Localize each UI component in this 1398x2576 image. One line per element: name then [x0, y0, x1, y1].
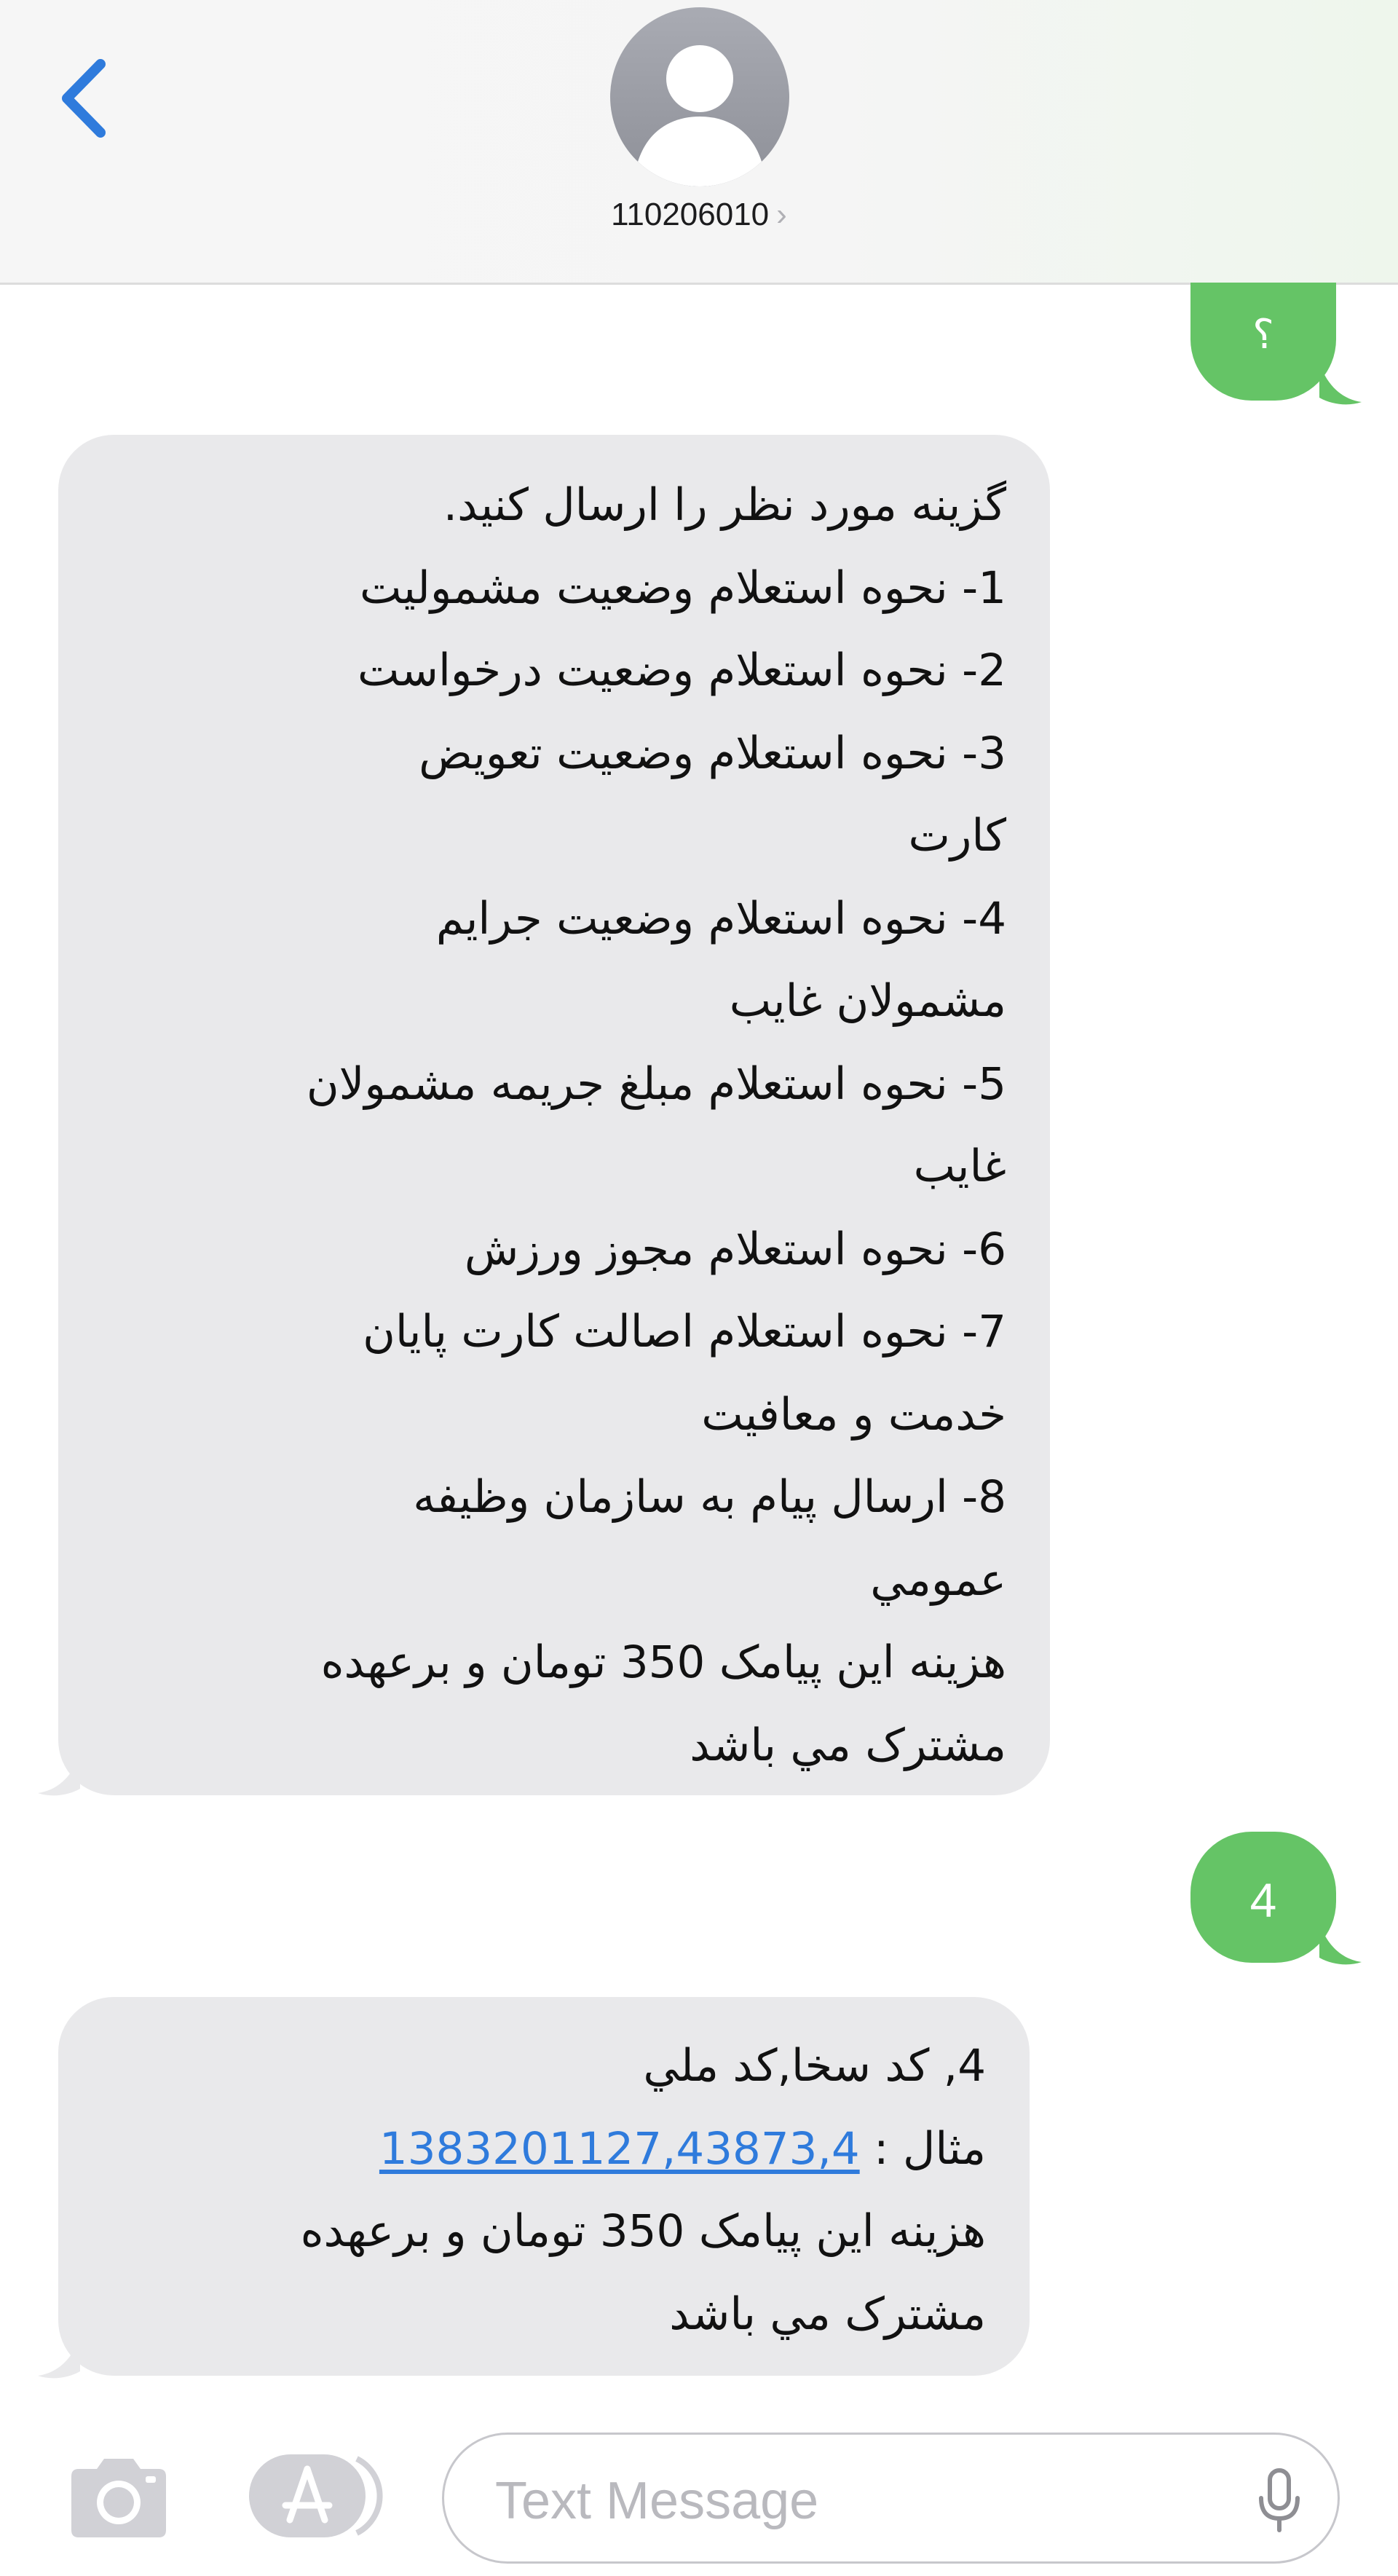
- bubble-tail: [1319, 1923, 1362, 1965]
- person-silhouette-icon: [638, 45, 762, 186]
- example-number-link[interactable]: 1383201127,43873,4: [379, 2123, 860, 2175]
- message-line: 4- نحوه استعلام وضعیت جرایم: [435, 892, 1006, 945]
- message-text: گزینه مورد نظر را ارسال کنید. 1- نحوه اس…: [102, 464, 1006, 1787]
- camera-button[interactable]: [64, 2453, 173, 2540]
- message-line: 2- نحوه استعلام وضعیت درخواست: [357, 645, 1006, 696]
- message-line: کارت: [908, 810, 1006, 862]
- bubble-tail: [1319, 363, 1362, 405]
- contact-number: 110206010: [611, 197, 770, 232]
- chevron-left-icon: [62, 59, 106, 138]
- message-line: هزینه این پیامک 350 تومان و برعهده: [320, 1636, 1006, 1688]
- received-message-bubble[interactable]: 4, کد سخا,کد ملي مثال : 1383201127,43873…: [58, 1997, 1030, 2376]
- message-text: 4, کد سخا,کد ملي مثال : 1383201127,43873…: [102, 2025, 986, 2355]
- message-line: 5- نحوه استعلام مبلغ جریمه مشمولان: [306, 1057, 1006, 1110]
- message-line: 8- ارسال پیام به سازمان وظیفه: [413, 1471, 1006, 1523]
- sent-message-bubble[interactable]: 4: [1190, 1832, 1336, 1963]
- message-line: خدمت و معافیت: [701, 1388, 1006, 1441]
- apps-button[interactable]: [248, 2449, 386, 2543]
- message-line: 4, کد سخا,کد ملي: [643, 2040, 986, 2092]
- chevron-right-icon: ›: [776, 197, 787, 232]
- message-line: هزینه این پیامک 350 تومان و برعهده: [300, 2205, 986, 2257]
- camera-icon: [71, 2459, 166, 2537]
- message-input[interactable]: Text Message: [442, 2433, 1340, 2564]
- message-line: غایب: [913, 1141, 1006, 1192]
- received-message-bubble[interactable]: گزینه مورد نظر را ارسال کنید. 1- نحوه اس…: [58, 435, 1050, 1795]
- message-line: گزینه مورد نظر را ارسال کنید.: [443, 479, 1006, 531]
- messages-app: 110206010 › ؟ گزینه مورد نظر را ارسال کنی…: [0, 0, 1398, 2576]
- message-line: مشمولان غایب: [729, 975, 1006, 1027]
- message-line: 1- نحوه استعلام وضعیت مشمولیت: [359, 562, 1006, 614]
- message-line: 6- نحوه استعلام مجوز ورزش: [464, 1223, 1006, 1275]
- dictation-button[interactable]: [1254, 2467, 1305, 2534]
- contact-avatar[interactable]: [610, 7, 789, 186]
- back-button[interactable]: [51, 51, 116, 146]
- app-store-icon: [249, 2454, 383, 2537]
- sent-message-bubble[interactable]: ؟: [1190, 283, 1336, 401]
- contact-name-row[interactable]: 110206010 ›: [0, 197, 1398, 233]
- message-line: 3- نحوه استعلام وضعیت تعویض: [419, 727, 1006, 779]
- message-placeholder: Text Message: [495, 2472, 819, 2530]
- composer-bar: Text Message: [0, 2403, 1398, 2576]
- conversation-header: 110206010 ›: [0, 0, 1398, 285]
- message-line: مشترک مي باشد: [690, 1719, 1006, 1771]
- example-label: مثال :: [859, 2122, 986, 2175]
- message-text: ؟: [1252, 311, 1274, 357]
- message-text: 4: [1249, 1873, 1277, 1927]
- microphone-icon: [1259, 2468, 1300, 2532]
- message-line: عمومي: [870, 1553, 1006, 1606]
- message-line: 7- نحوه استعلام اصالت کارت پایان: [363, 1306, 1006, 1358]
- message-line: مثال : 1383201127,43873,4: [102, 2108, 986, 2191]
- bubble-tail: [38, 2336, 80, 2379]
- message-line: مشترک مي باشد: [669, 2288, 986, 2340]
- bubble-tail: [38, 1754, 80, 1796]
